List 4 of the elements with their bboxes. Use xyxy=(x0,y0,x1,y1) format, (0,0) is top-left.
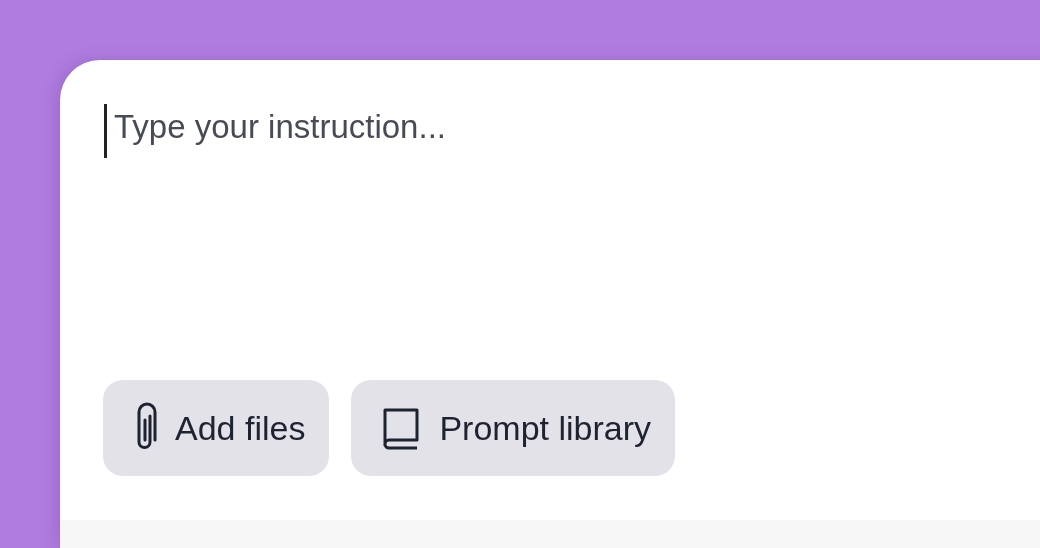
instruction-field[interactable]: Type your instruction... Add files Prompt library xyxy=(60,60,1040,548)
prompt-library-button[interactable]: Prompt library xyxy=(351,380,675,476)
add-files-button[interactable]: Add files xyxy=(103,380,330,476)
book-icon xyxy=(381,406,422,450)
